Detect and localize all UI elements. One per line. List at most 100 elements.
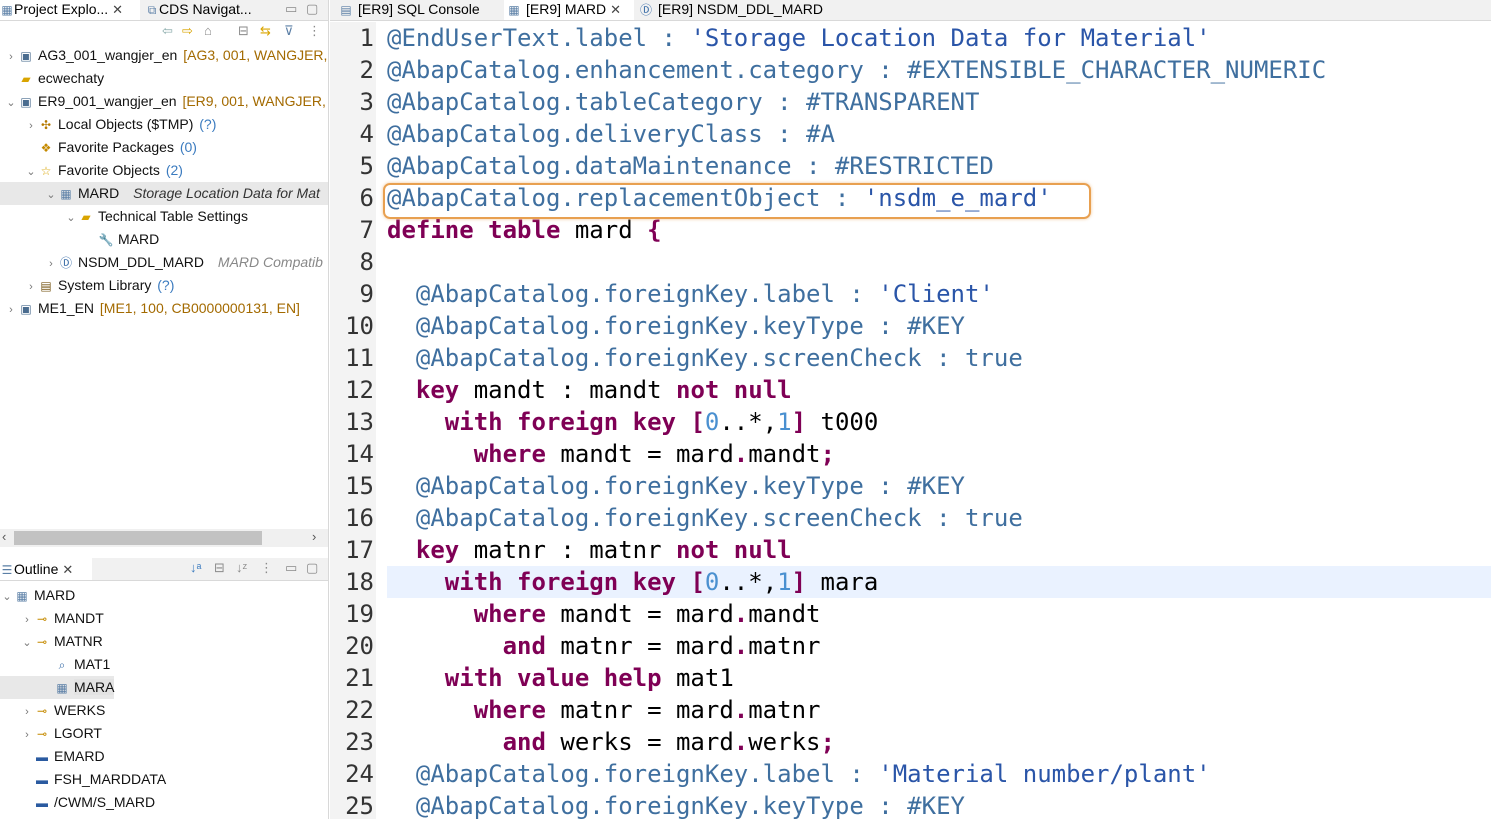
tree-item-decoration: [AG3, 001, WANGJER, <box>179 47 328 63</box>
code-line[interactable]: @AbapCatalog.foreignKey.screenCheck : tr… <box>387 342 1023 374</box>
code-line[interactable]: @AbapCatalog.deliveryClass : #A <box>387 118 835 150</box>
line-number: 12 <box>345 376 374 404</box>
code-line[interactable]: @AbapCatalog.foreignKey.keyType : #KEY <box>387 790 965 822</box>
scroll-right-icon[interactable]: › <box>312 529 316 544</box>
home-icon[interactable]: ⌂ <box>204 23 212 38</box>
code-line[interactable]: key mandt : mandt not null <box>387 374 792 406</box>
expand-toggle-icon[interactable]: › <box>44 253 58 274</box>
horizontal-scrollbar[interactable]: ‹ › <box>0 529 328 547</box>
code-line[interactable]: with foreign key [0..*,1] mara <box>387 566 879 598</box>
view-menu-icon[interactable]: ⋮ <box>308 23 321 39</box>
code-line[interactable]: where matnr = mard.matnr <box>387 694 821 726</box>
expand-toggle-icon[interactable]: › <box>20 701 34 724</box>
editor-tab[interactable]: ▦ [ER9] MARD ✕ <box>504 0 634 20</box>
tree-item-label: MARD <box>78 185 120 201</box>
code-line[interactable]: @EndUserText.label : 'Storage Location D… <box>387 22 1211 54</box>
table-icon: ▦ <box>508 3 520 17</box>
tree-item[interactable]: ⌄ ▦ MARD Storage Location Data for Mat <box>0 182 328 205</box>
tree-item[interactable]: ⌄ ☆ Favorite Objects (2) <box>0 159 328 182</box>
tree-item[interactable]: 🔧 MARD <box>0 228 328 251</box>
code-line[interactable]: and werks = mard.werks; <box>387 726 835 758</box>
code-line[interactable]: @AbapCatalog.foreignKey.label : 'Materia… <box>387 758 1211 790</box>
tree-item[interactable]: ❖ Favorite Packages (0) <box>0 136 328 159</box>
tree-item-label: ecwechaty <box>38 70 105 86</box>
outline-item[interactable]: › ⊸ WERKS <box>0 699 105 722</box>
sort-alpha-icon[interactable]: ↓ᶻ <box>236 560 247 575</box>
outline-item[interactable]: ▬ EMARD <box>0 745 105 768</box>
link-with-editor-icon[interactable]: ⇆ <box>260 23 271 39</box>
code-line[interactable]: with foreign key [0..*,1] t000 <box>387 406 879 438</box>
code-line[interactable]: with value help mat1 <box>387 662 734 694</box>
outline-item[interactable]: ⌄ ▦ MARD <box>0 584 75 607</box>
code-token: 0 <box>704 568 720 596</box>
scrollbar-thumb[interactable] <box>14 531 262 545</box>
expand-toggle-icon[interactable]: ⌄ <box>20 632 34 655</box>
collapse-all-icon[interactable]: ⊟ <box>214 560 225 576</box>
expand-toggle-icon[interactable]: ⌄ <box>64 207 78 228</box>
maximize-icon[interactable]: ▢ <box>306 560 318 576</box>
code-token: matnr = mard <box>560 696 734 724</box>
tab-outline[interactable]: ☰ Outline ✕ <box>0 558 92 580</box>
minimize-icon[interactable]: ▭ <box>285 1 297 17</box>
code-token: @AbapCatalog.foreignKey.screenCheck : tr… <box>387 504 1023 532</box>
outline-item[interactable]: › ⊸ MANDT <box>0 607 104 630</box>
editor-tab[interactable]: ▤ [ER9] SQL Console <box>336 0 498 20</box>
close-icon[interactable]: ✕ <box>610 2 621 17</box>
tree-item[interactable]: › Ⓓ NSDM_DDL_MARD MARD Compatib <box>0 251 328 274</box>
expand-toggle-icon[interactable]: › <box>24 115 38 136</box>
outline-item[interactable]: ▬ /CWM/S_MARD <box>0 791 155 814</box>
tree-item[interactable]: › ▣ AG3_001_wangjer_en [AG3, 001, WANGJER, <box>0 44 328 67</box>
ddl-icon: Ⓓ <box>639 3 652 17</box>
expand-toggle-icon[interactable]: ⌄ <box>0 586 14 609</box>
tree-item[interactable]: › ▣ ME1_EN [ME1, 100, CB0000000131, EN] <box>0 297 328 320</box>
code-line[interactable]: @AbapCatalog.foreignKey.keyType : #KEY <box>387 310 965 342</box>
outline-item[interactable]: ▦ MARA <box>0 676 115 699</box>
tab-project-explorer[interactable]: ▦Project Explo... ✕ <box>0 0 140 20</box>
tree-item[interactable]: ▰ ecwechaty <box>0 67 328 90</box>
tree-item[interactable]: › ✣ Local Objects ($TMP) (?) <box>0 113 328 136</box>
code-line[interactable]: @AbapCatalog.foreignKey.label : 'Client' <box>387 278 994 310</box>
expand-toggle-icon[interactable]: ⌄ <box>24 161 38 182</box>
expand-toggle-icon[interactable]: › <box>4 46 18 67</box>
filter-icon[interactable]: ⊽ <box>284 23 294 39</box>
code-line[interactable]: @AbapCatalog.tableCategory : #TRANSPAREN… <box>387 86 979 118</box>
outline-item[interactable]: › ⊸ LGORT <box>0 722 102 745</box>
minimize-icon[interactable]: ▭ <box>285 560 297 576</box>
expand-toggle-icon[interactable]: › <box>20 724 34 747</box>
editor-tab[interactable]: Ⓓ [ER9] NSDM_DDL_MARD <box>636 0 838 20</box>
expand-toggle-icon[interactable]: › <box>4 299 18 320</box>
code-token: 'Material number/plant' <box>878 760 1211 788</box>
back-icon[interactable]: ⇦ <box>162 23 173 39</box>
outline-item-label: EMARD <box>54 748 105 764</box>
outline-item[interactable]: ⌄ ⊸ MATNR <box>0 630 102 655</box>
forward-icon[interactable]: ⇨ <box>182 23 193 39</box>
code-line[interactable]: where mandt = mard.mandt <box>387 598 821 630</box>
view-menu-icon[interactable]: ⋮ <box>260 560 273 576</box>
code-line[interactable]: where mandt = mard.mandt; <box>387 438 835 470</box>
code-line[interactable]: @AbapCatalog.foreignKey.screenCheck : tr… <box>387 502 1023 534</box>
outline-item[interactable]: ▬ FSH_MARDDATA <box>0 768 166 791</box>
expand-toggle-icon[interactable]: ⌄ <box>4 92 18 113</box>
expand-toggle-icon[interactable]: › <box>20 609 34 632</box>
line-number: 22 <box>345 696 374 724</box>
collapse-all-icon[interactable]: ⊟ <box>238 23 249 39</box>
tree-item[interactable]: › ▤ System Library (?) <box>0 274 328 297</box>
close-icon[interactable]: ✕ <box>112 2 123 17</box>
code-line[interactable]: @AbapCatalog.dataMaintenance : #RESTRICT… <box>387 150 994 182</box>
tree-item[interactable]: ⌄ ▣ ER9_001_wangjer_en [ER9, 001, WANGJER,… <box>0 90 328 113</box>
tab-cds-navigator[interactable]: ⧉ CDS Navigat... <box>145 0 270 20</box>
scroll-left-icon[interactable]: ‹ <box>2 529 6 544</box>
tree-item-label: System Library <box>58 277 152 293</box>
code-line[interactable]: @AbapCatalog.foreignKey.keyType : #KEY <box>387 470 965 502</box>
code-line[interactable]: and matnr = mard.matnr <box>387 630 821 662</box>
maximize-icon[interactable]: ▢ <box>306 1 318 17</box>
tree-item[interactable]: ⌄ ▰ Technical Table Settings <box>0 205 328 228</box>
code-line[interactable]: key matnr : matnr not null <box>387 534 792 566</box>
expand-toggle-icon[interactable]: › <box>24 276 38 297</box>
code-token: mandt : mandt <box>473 376 676 404</box>
sort-icon[interactable]: ↓ᵃ <box>190 560 201 575</box>
expand-toggle-icon[interactable]: ⌄ <box>44 184 58 205</box>
code-line[interactable]: @AbapCatalog.enhancement.category : #EXT… <box>387 54 1326 86</box>
outline-item[interactable]: ⌕ MAT1 <box>0 653 111 676</box>
close-icon[interactable]: ✕ <box>62 562 73 577</box>
